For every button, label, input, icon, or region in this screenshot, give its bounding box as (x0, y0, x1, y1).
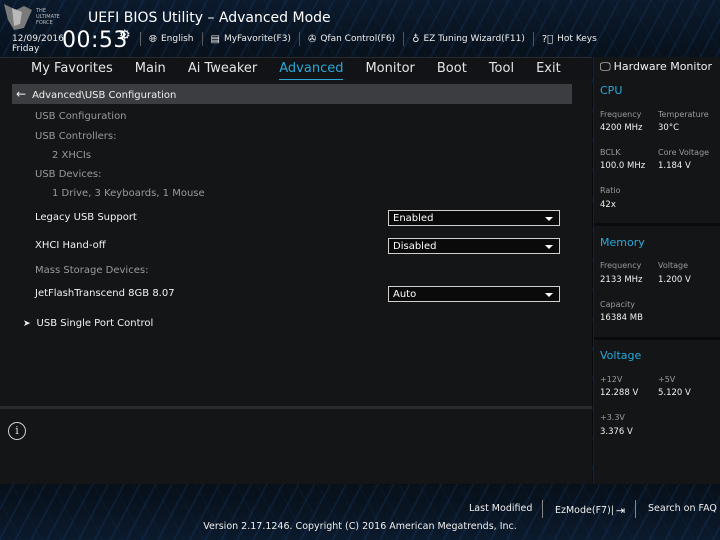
jetflash-device-label[interactable]: JetFlashTranscend 8GB 8.07 (35, 288, 175, 299)
bclk-value: 100.0 MHz (600, 161, 646, 171)
search-on-faq-button[interactable]: Search on FAQ (648, 503, 717, 517)
cpu-temperature-value: 30°C (658, 123, 680, 133)
myfavorite-label: MyFavorite(F3) (223, 34, 291, 44)
memory-voltage-label: Voltage (658, 261, 689, 270)
xhci-hand-off-label[interactable]: XHCI Hand-off (35, 240, 106, 251)
logo-line-3: FORCE (36, 20, 53, 26)
memory-frequency-value: 2133 MHz (600, 275, 643, 285)
hot-keys-button[interactable]: ?⃞ Hot Keys (532, 32, 605, 46)
jetflash-device-select[interactable]: Auto (388, 286, 560, 302)
footer-separator (542, 500, 543, 518)
tab-my-favorites[interactable]: My Favorites (31, 58, 113, 80)
tab-tool[interactable]: Tool (489, 58, 514, 80)
hardware-monitor-title-text: Hardware Monitor (613, 60, 713, 73)
date-text: 12/09/2016 (12, 34, 64, 44)
cpu-frequency-label: Frequency (600, 110, 642, 119)
chevron-down-icon (545, 245, 553, 249)
qfan-control-label: Qfan Control(F6) (320, 34, 396, 44)
voltage-section-title: Voltage (600, 349, 642, 362)
hardware-monitor-panel: 🖵︎ Hardware Monitor CPU Frequency 4200 MH… (593, 57, 720, 484)
favorite-icon: ▤ (210, 33, 220, 45)
v5-label: +5V (658, 375, 676, 384)
breadcrumb[interactable]: ← Advanced\USB Configuration (12, 84, 572, 104)
xhci-hand-off-value: Disabled (393, 241, 437, 252)
hardware-monitor-title: 🖵︎ Hardware Monitor (600, 60, 712, 74)
legacy-usb-support-value: Enabled (393, 213, 434, 224)
exit-arrow-icon: ⇥ (616, 503, 626, 517)
last-modified-button[interactable]: Last Modified (469, 503, 532, 517)
memory-capacity-label: Capacity (600, 300, 635, 309)
back-arrow-icon[interactable]: ← (16, 87, 26, 101)
myfavorite-button[interactable]: ▤ MyFavorite(F3) (201, 32, 299, 46)
tab-monitor[interactable]: Monitor (365, 58, 414, 80)
section-separator (594, 337, 720, 340)
jetflash-device-value: Auto (393, 289, 417, 300)
usb-single-port-control-label: USB Single Port Control (36, 318, 154, 329)
main-menu-bar: My Favorites Main Ai Tweaker Advanced Mo… (0, 57, 592, 80)
section-separator (594, 223, 720, 226)
usb-devices-label: USB Devices: (35, 169, 102, 180)
info-icon: i (8, 422, 26, 440)
bclk-label: BCLK (600, 148, 621, 157)
fan-icon: ✇ (307, 33, 317, 45)
memory-frequency-label: Frequency (600, 261, 642, 270)
ratio-label: Ratio (600, 186, 621, 195)
language-button[interactable]: 🌐︎ English (140, 32, 202, 46)
legacy-usb-support-label[interactable]: Legacy USB Support (35, 212, 137, 223)
ezmode-button[interactable]: EzMode(F7)| ⇥ (555, 503, 625, 517)
mass-storage-devices-label: Mass Storage Devices: (35, 265, 149, 276)
copyright-text: Version 2.17.1246. Copyright (C) 2016 Am… (203, 521, 517, 532)
ratio-value: 42x (600, 200, 616, 210)
usb-controllers-label: USB Controllers: (35, 131, 117, 142)
header-toolbar: 🌐︎ English ▤ MyFavorite(F3) ✇ Qfan Contr… (140, 32, 605, 46)
usb-configuration-heading: USB Configuration (35, 111, 127, 122)
cpu-frequency-value: 4200 MHz (600, 123, 643, 133)
usb-controllers-value: 2 XHCIs (52, 150, 92, 161)
header: THE ULTIMATE FORCE UEFI BIOS Utility – A… (0, 0, 720, 56)
tab-main[interactable]: Main (135, 58, 166, 80)
memory-voltage-value: 1.200 V (658, 275, 691, 285)
date-display: 12/09/2016 Friday (12, 34, 64, 54)
v33-label: +3.3V (600, 413, 625, 422)
chevron-down-icon (545, 217, 553, 221)
qfan-control-button[interactable]: ✇ Qfan Control(F6) (298, 32, 403, 46)
core-voltage-value: 1.184 V (658, 161, 691, 171)
core-voltage-label: Core Voltage (658, 148, 710, 157)
ez-tuning-wizard-button[interactable]: ♁ EZ Tuning Wizard(F11) (403, 32, 533, 46)
window-title: UEFI BIOS Utility – Advanced Mode (88, 10, 331, 26)
main-panel: ← Advanced\USB Configuration USB Configur… (0, 80, 592, 484)
v33-value: 3.376 V (600, 427, 633, 437)
usb-devices-value: 1 Drive, 3 Keyboards, 1 Mouse (52, 188, 205, 199)
tab-ai-tweaker[interactable]: Ai Tweaker (188, 58, 257, 80)
help-divider (0, 406, 592, 409)
usb-single-port-control-item[interactable]: ➤ USB Single Port Control (23, 318, 153, 329)
tab-boot[interactable]: Boot (437, 58, 467, 80)
memory-section-title: Memory (600, 236, 645, 249)
cpu-temperature-label: Temperature (658, 110, 709, 119)
submenu-arrow-icon: ➤ (23, 319, 31, 329)
tab-advanced[interactable]: Advanced (279, 58, 344, 80)
chevron-down-icon (545, 293, 553, 297)
cpu-section-title: CPU (600, 84, 623, 97)
memory-capacity-value: 16384 MB (600, 313, 643, 323)
v12-value: 12.288 V (600, 388, 639, 398)
tab-exit[interactable]: Exit (536, 58, 561, 80)
breadcrumb-text: Advanced\USB Configuration (32, 90, 177, 101)
ezmode-label: EzMode(F7)| (555, 504, 614, 516)
xhci-hand-off-select[interactable]: Disabled (388, 238, 560, 254)
globe-icon: 🌐︎ (149, 33, 157, 45)
bulb-icon: ♁ (412, 33, 420, 45)
legacy-usb-support-select[interactable]: Enabled (388, 210, 560, 226)
footer-separator (635, 500, 636, 518)
language-label: English (161, 34, 194, 44)
hot-keys-label: Hot Keys (557, 34, 597, 44)
clock-settings-gear-icon[interactable]: ⚙ (119, 28, 131, 43)
v5-value: 5.120 V (658, 388, 691, 398)
ez-tuning-wizard-label: EZ Tuning Wizard(F11) (423, 34, 525, 44)
v12-label: +12V (600, 375, 623, 384)
monitor-icon: 🖵︎ (600, 60, 611, 73)
help-icon: ?⃞ (541, 33, 554, 45)
day-text: Friday (12, 44, 40, 54)
